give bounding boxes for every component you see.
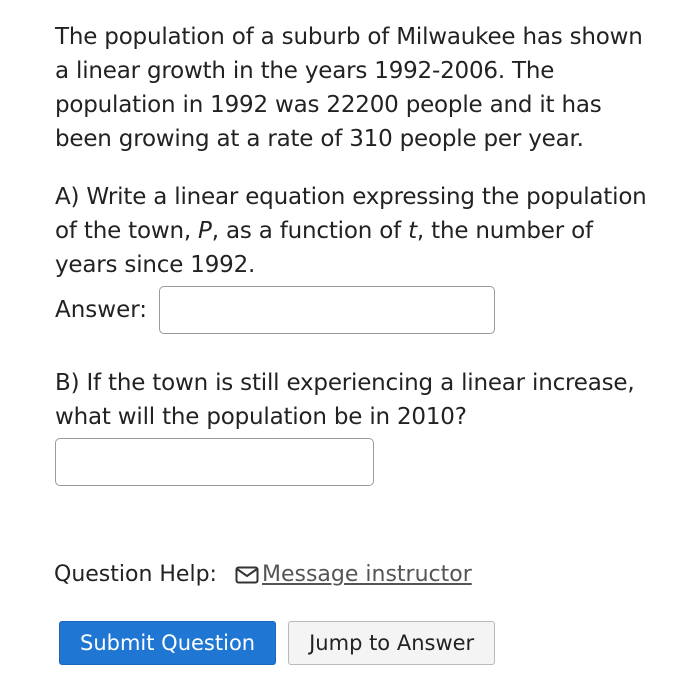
message-instructor-link[interactable]: Message instructor: [235, 560, 472, 590]
answer-label: Answer:: [55, 297, 148, 323]
submit-question-button[interactable]: Submit Question: [59, 621, 277, 665]
variable-p: P: [198, 218, 212, 244]
mail-icon: [235, 566, 259, 584]
part-b-prompt: B) If the town is still experiencing a l…: [55, 370, 635, 430]
part-a-middle: , as a function of: [211, 218, 409, 244]
part-a-prompt: A) Write a linear equation expressing th…: [55, 180, 655, 282]
part-b-answer-input[interactable]: [55, 438, 374, 486]
jump-to-answer-button[interactable]: Jump to Answer: [288, 621, 496, 665]
variable-t: t: [408, 218, 417, 244]
question-content: The population of a suburb of Milwaukee …: [55, 20, 655, 486]
part-a-answer-input[interactable]: [159, 286, 496, 334]
question-help-label: Question Help:: [54, 562, 217, 587]
question-actions: Submit Question Jump to Answer: [59, 621, 496, 665]
question-help: Question Help: Message instructor: [54, 560, 472, 590]
part-a-answer-row: Answer:: [55, 284, 655, 336]
message-instructor-label: Message instructor: [261, 562, 472, 587]
question-intro: The population of a suburb of Milwaukee …: [55, 24, 643, 152]
